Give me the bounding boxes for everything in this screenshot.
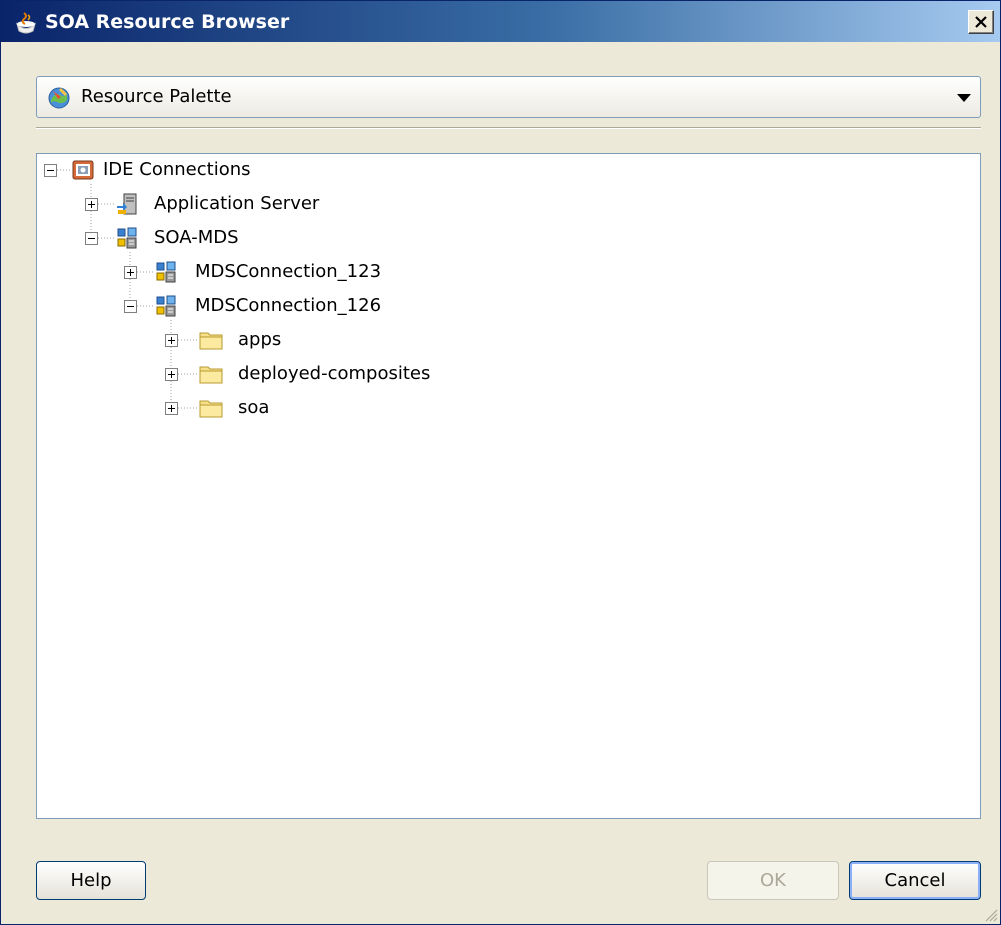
- mds-connection-icon: [156, 261, 176, 283]
- resource-palette-icon: [48, 87, 70, 109]
- ide-connections-icon: [72, 160, 94, 180]
- soa-resource-browser-dialog: SOA Resource Browser Resource Palette ID…: [0, 0, 1001, 925]
- tree-label: deployed-composites: [238, 363, 431, 384]
- ok-button[interactable]: OK: [707, 861, 839, 900]
- chevron-down-icon[interactable]: [956, 92, 972, 104]
- expand-toggle[interactable]: [85, 198, 98, 211]
- expand-toggle[interactable]: [165, 402, 178, 415]
- tree-node-soa-mds[interactable]: SOA-MDS: [77, 223, 337, 253]
- tree-label: SOA-MDS: [154, 227, 239, 248]
- folder-icon: [199, 366, 223, 384]
- tree-label: MDSConnection_123: [195, 261, 382, 282]
- title-bar[interactable]: SOA Resource Browser: [1, 1, 1000, 42]
- folder-icon: [199, 332, 223, 350]
- expand-toggle[interactable]: [165, 334, 178, 347]
- tree-node-mdsconnection-126[interactable]: MDSConnection_126: [117, 291, 437, 321]
- separator: [36, 127, 981, 129]
- collapse-toggle[interactable]: [44, 164, 57, 177]
- resize-grip-icon[interactable]: [982, 906, 998, 922]
- tree-connector-lines: [57, 169, 197, 409]
- cancel-button[interactable]: Cancel: [849, 861, 981, 900]
- collapse-toggle[interactable]: [124, 300, 137, 313]
- tree-label: IDE Connections: [103, 159, 251, 180]
- mds-connection-icon: [156, 295, 176, 317]
- tree-label: apps: [238, 329, 282, 350]
- window-title: SOA Resource Browser: [45, 11, 290, 33]
- help-button[interactable]: Help: [36, 861, 146, 900]
- resource-tree[interactable]: IDE Connections Application Server SOA-M…: [36, 153, 981, 819]
- palette-selected-value: Resource Palette: [81, 86, 232, 107]
- palette-dropdown[interactable]: Resource Palette: [36, 76, 981, 118]
- tree-label: soa: [238, 397, 270, 418]
- tree-node-folder-apps[interactable]: apps: [157, 325, 357, 355]
- tree-node-application-server[interactable]: Application Server: [77, 189, 397, 219]
- tree-node-ide-connections[interactable]: IDE Connections: [37, 155, 337, 185]
- tree-label: Application Server: [154, 193, 320, 214]
- close-icon: [975, 16, 987, 28]
- mds-repository-icon: [117, 227, 137, 249]
- tree-label: MDSConnection_126: [195, 295, 382, 316]
- folder-icon: [199, 400, 223, 418]
- close-button[interactable]: [968, 10, 994, 34]
- collapse-toggle[interactable]: [85, 232, 98, 245]
- tree-node-mdsconnection-123[interactable]: MDSConnection_123: [117, 257, 437, 287]
- expand-toggle[interactable]: [124, 266, 137, 279]
- tree-node-folder-soa[interactable]: soa: [157, 393, 357, 423]
- jdeveloper-cup-icon: [15, 12, 37, 34]
- expand-toggle[interactable]: [165, 368, 178, 381]
- tree-node-folder-deployed-composites[interactable]: deployed-composites: [157, 359, 477, 389]
- application-server-icon: [117, 193, 137, 215]
